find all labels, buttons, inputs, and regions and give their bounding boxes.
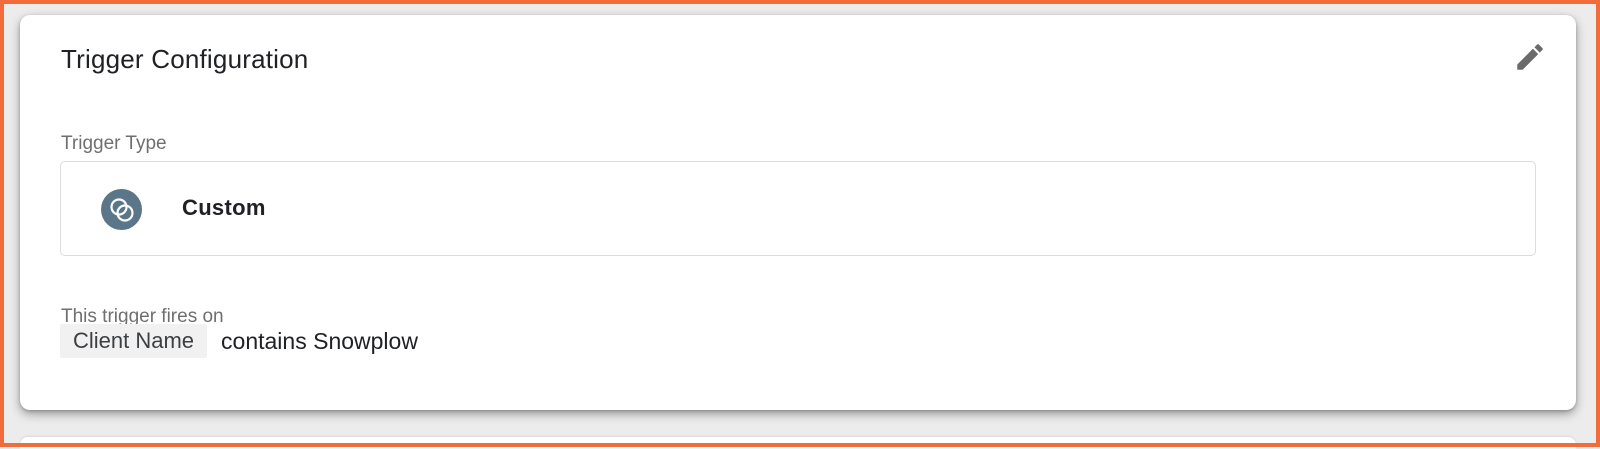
variable-chip: Client Name bbox=[60, 324, 208, 358]
edit-button[interactable] bbox=[1510, 37, 1550, 77]
custom-trigger-icon bbox=[101, 189, 142, 230]
pencil-icon bbox=[1517, 44, 1543, 70]
card-title: Trigger Configuration bbox=[61, 44, 309, 74]
trigger-configuration-card: Trigger Configuration Trigger Type Custo… bbox=[20, 15, 1576, 410]
trigger-type-selector[interactable]: Custom bbox=[60, 161, 1536, 256]
next-card-edge bbox=[20, 437, 1576, 449]
trigger-type-name: Custom bbox=[182, 195, 266, 220]
condition-text: contains Snowplow bbox=[221, 327, 418, 354]
firing-condition: Client Name contains Snowplow bbox=[60, 324, 418, 358]
trigger-type-label: Trigger Type bbox=[61, 133, 167, 154]
